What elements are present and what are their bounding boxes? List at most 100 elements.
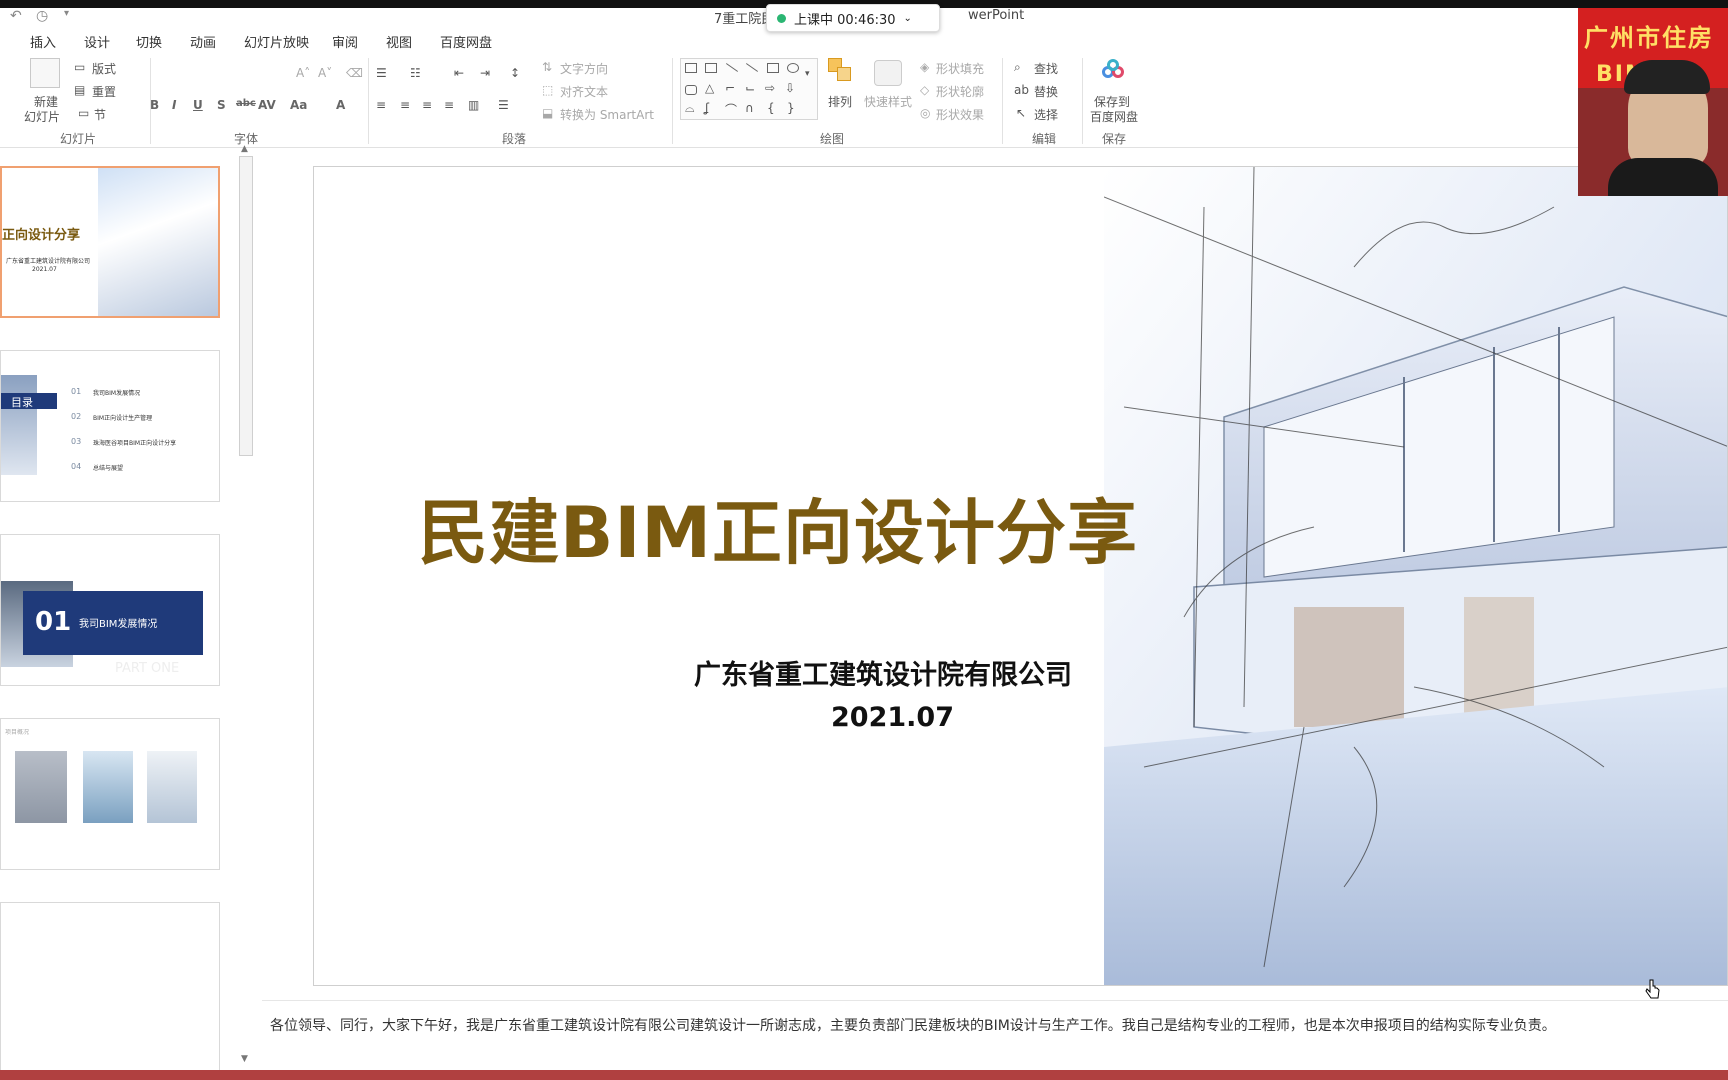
char-spacing-button[interactable]: AV [258,98,276,112]
quick-styles-icon[interactable] [874,60,902,86]
shape-outline-button[interactable]: 形状轮廓 [936,83,984,100]
slide-thumbnail-3[interactable]: 01 我司BIM发展情况 PART ONE [0,534,220,686]
slideshow-start-icon[interactable]: ◷ [36,8,48,24]
find-icon[interactable]: ⌕ [1014,60,1021,75]
shapes-gallery[interactable]: △ ⌐ ⌙ ⇨ ⇩ ⌓ ʆ ⌒ ∩ { } ▾ [680,58,818,120]
tab-insert[interactable]: 插入 [30,32,56,51]
arc-shape-icon[interactable]: ⌒ [725,101,737,118]
align-right-icon[interactable]: ≡ [422,98,432,112]
elbow-connector-icon[interactable]: ⌐ [725,81,735,95]
thumbnail-scrollbar[interactable]: ▲ ▼ [238,144,256,1070]
right-arrow-shape-icon[interactable]: ⇨ [765,81,775,95]
select-cursor-icon[interactable]: ↖ [1016,106,1026,120]
shape-effects-icon[interactable]: ◎ [920,106,930,120]
gallery-scroll-icon[interactable]: ▾ [805,69,810,79]
increase-indent-icon[interactable]: ⇥ [480,66,490,80]
baidu-netdisk-icon[interactable] [1100,58,1126,84]
new-slide-icon[interactable] [30,58,60,88]
tab-animations[interactable]: 动画 [190,32,216,51]
tab-review[interactable]: 审阅 [332,32,358,51]
shape-fill-button[interactable]: 形状填充 [936,60,984,77]
line-shape-icon[interactable] [725,63,739,72]
reset-button[interactable]: 重置 [92,83,116,100]
decrease-indent-icon[interactable]: ⇤ [454,66,464,80]
scribble-shape-icon[interactable]: ʆ [705,101,709,115]
numbering-icon[interactable]: ☷ [410,66,421,80]
curve-shape-icon[interactable]: ∩ [745,101,754,115]
change-case-button[interactable]: Aa [290,98,307,112]
align-text-icon[interactable]: ⬚ [542,83,553,97]
find-button[interactable]: 查找 [1034,60,1058,77]
text-direction-button[interactable]: 文字方向 [560,60,608,77]
align-center-icon[interactable]: ≡ [400,98,410,112]
slide-date[interactable]: 2021.07 [831,702,954,733]
rounded-rect-shape-icon[interactable] [685,85,697,95]
arrange-icon[interactable] [828,58,854,84]
quick-styles-button[interactable]: 快速样式 [864,93,912,110]
chevron-down-icon[interactable]: ⌄ [904,13,912,24]
oval-shape-icon[interactable] [787,63,799,73]
left-brace-shape-icon[interactable]: { [767,101,775,115]
rectangle-shape-icon[interactable] [767,63,779,73]
right-brace-shape-icon[interactable]: } [787,101,795,115]
slide-thumbnail-4[interactable]: 项目概况 [0,718,220,870]
freeform-shape-icon[interactable]: ⌓ [685,101,695,116]
slide-company-name[interactable]: 广东省重工建筑设计院有限公司 [694,653,1072,692]
triangle-shape-icon[interactable]: △ [705,81,714,95]
scroll-up-icon[interactable]: ▲ [241,144,248,154]
scrollbar-thumb[interactable] [239,156,253,456]
grow-font-icon[interactable]: A˄ [296,66,310,80]
shrink-font-icon[interactable]: A˅ [318,66,332,80]
scroll-down-icon[interactable]: ▼ [241,1054,248,1064]
undo-icon[interactable]: ↶ [10,8,22,24]
font-color-button[interactable]: A [336,98,345,112]
columns-icon[interactable]: ☰ [498,98,509,112]
bold-button[interactable]: B [150,98,159,112]
bullets-icon[interactable]: ☰ [376,66,387,80]
align-left-icon[interactable]: ≡ [376,98,386,112]
speaker-notes-text[interactable]: 各位领导、同行，大家下午好，我是广东省重工建筑设计院有限公司建筑设计一所谢志成，… [270,1015,1556,1035]
replace-icon[interactable]: ab [1014,83,1029,97]
justify-icon[interactable]: ≡ [444,98,454,112]
vertical-textbox-shape-icon[interactable] [705,63,717,73]
slide-title[interactable]: 民建BIM正向设计分享 [418,477,1138,578]
slide-thumbnail-5[interactable] [0,902,220,1072]
shape-outline-icon[interactable]: ◇ [920,83,929,97]
select-button[interactable]: 选择 [1034,106,1058,123]
strikethrough-button[interactable]: abc [236,98,256,109]
convert-smartart-button[interactable]: 转换为 SmartArt [560,106,654,123]
distributed-icon[interactable]: ▥ [468,98,479,112]
tab-baidu-netdisk[interactable]: 百度网盘 [440,32,492,51]
slide-thumbnail-2[interactable]: 目录 01 我司BIM发展情况 02 BIM正向设计生产管理 03 珠海医谷项目… [0,350,220,502]
down-arrow-shape-icon[interactable]: ⇩ [785,81,795,95]
curved-connector-icon[interactable]: ⌙ [745,81,755,95]
shadow-button[interactable]: S [217,98,226,112]
replace-button[interactable]: 替换 [1034,83,1058,100]
section-button[interactable]: 节 [94,106,106,123]
smartart-icon[interactable]: ⬓ [542,106,553,120]
tab-design[interactable]: 设计 [84,32,110,51]
shape-fill-icon[interactable]: ◈ [920,60,929,74]
layout-icon[interactable]: ▭ [74,60,85,74]
speaker-notes-pane[interactable]: 各位领导、同行，大家下午好，我是广东省重工建筑设计院有限公司建筑设计一所谢志成，… [262,1000,1728,1072]
textbox-shape-icon[interactable] [685,63,697,73]
arrange-button[interactable]: 排列 [828,93,852,110]
tab-transitions[interactable]: 切换 [136,32,162,51]
section-icon[interactable]: ▭ [78,106,89,120]
clear-format-icon[interactable]: ⌫ [346,66,363,80]
layout-button[interactable]: 版式 [92,60,116,77]
reset-icon[interactable]: ▤ [74,83,85,97]
text-direction-icon[interactable]: ⇅ [542,60,552,74]
slide-canvas[interactable]: 民建BIM正向设计分享 广东省重工建筑设计院有限公司 2021.07 [313,166,1728,986]
tab-view[interactable]: 视图 [386,32,412,51]
qat-dropdown-icon[interactable]: ▾ [64,8,69,19]
new-slide-label-2[interactable]: 幻灯片 [24,108,60,125]
line-spacing-icon[interactable]: ↕ [510,66,520,80]
underline-button[interactable]: U [193,98,203,112]
class-timer-widget[interactable]: 上课中 00:46:30 ⌄ [766,4,940,32]
shape-effects-button[interactable]: 形状效果 [936,106,984,123]
align-text-button[interactable]: 对齐文本 [560,83,608,100]
tab-slideshow[interactable]: 幻灯片放映 [244,32,309,51]
italic-button[interactable]: I [172,98,176,112]
slide-thumbnail-1[interactable]: 正向设计分享 广东省重工建筑设计院有限公司 2021.07 [0,166,220,318]
